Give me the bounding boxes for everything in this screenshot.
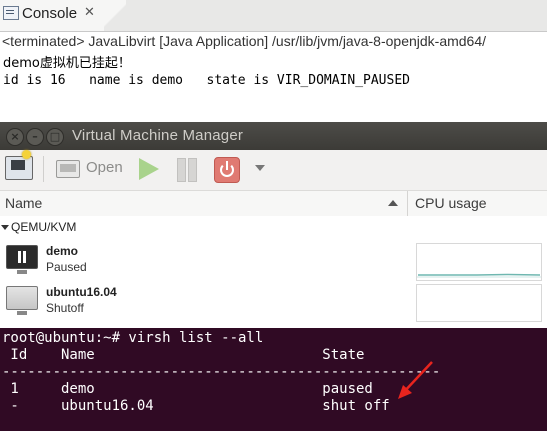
open-console-icon[interactable] bbox=[56, 160, 80, 178]
virt-manager-window: × – □ Virtual Machine Manager Open Name … bbox=[0, 122, 547, 328]
console-status-line: <terminated> JavaLibvirt [Java Applicati… bbox=[2, 33, 487, 49]
new-star-icon bbox=[22, 150, 31, 159]
vm-row-ubuntu[interactable]: ubuntu16.04 Shutoff bbox=[0, 282, 547, 322]
vm-status: Shutoff bbox=[46, 301, 84, 315]
tab-edge bbox=[104, 0, 126, 31]
vm-row-demo[interactable]: demo Paused bbox=[0, 241, 547, 281]
cpu-usage-graph bbox=[416, 284, 542, 322]
column-header-name[interactable]: Name bbox=[5, 195, 42, 211]
console-view: Console ✕ <terminated> JavaLibvirt [Java… bbox=[0, 0, 547, 122]
maximize-window-icon[interactable]: □ bbox=[46, 128, 64, 146]
column-header-cpu[interactable]: CPU usage bbox=[415, 195, 487, 211]
toolbar-separator bbox=[43, 156, 44, 182]
annotation-arrow-icon bbox=[398, 361, 433, 399]
cpu-usage-graph bbox=[416, 243, 542, 281]
console-tab-bar: Console ✕ bbox=[0, 0, 547, 32]
paused-monitor-icon bbox=[6, 245, 38, 274]
terminal[interactable]: root@ubuntu:~# virsh list --all Id Name … bbox=[0, 328, 547, 431]
open-button[interactable]: Open bbox=[86, 159, 123, 176]
expander-icon[interactable] bbox=[1, 225, 9, 230]
vm-list-header: Name CPU usage bbox=[0, 190, 547, 217]
tab-console-label: Console bbox=[22, 5, 78, 22]
shutoff-monitor-icon bbox=[6, 286, 38, 315]
window-title: Virtual Machine Manager bbox=[72, 127, 244, 144]
window-titlebar: × – □ Virtual Machine Manager bbox=[0, 122, 547, 150]
connection-group-label[interactable]: QEMU/KVM bbox=[11, 220, 76, 234]
sort-asc-icon[interactable] bbox=[388, 200, 398, 206]
close-icon[interactable]: ✕ bbox=[84, 5, 95, 20]
power-icon[interactable] bbox=[214, 157, 240, 183]
vm-name: ubuntu16.04 bbox=[46, 285, 117, 299]
play-icon[interactable] bbox=[139, 158, 159, 180]
chevron-down-icon[interactable] bbox=[255, 165, 265, 171]
new-vm-icon[interactable] bbox=[5, 156, 33, 180]
vm-status: Paused bbox=[46, 260, 87, 274]
console-icon bbox=[3, 6, 19, 20]
vm-name: demo bbox=[46, 244, 79, 258]
close-window-icon[interactable]: × bbox=[6, 128, 24, 146]
toolbar: Open bbox=[0, 150, 547, 190]
column-divider[interactable] bbox=[407, 191, 408, 216]
minimize-window-icon[interactable]: – bbox=[26, 128, 44, 146]
console-output-line: id is 16 name is demo state is VIR_DOMAI… bbox=[3, 73, 410, 88]
pause-icon[interactable] bbox=[176, 158, 198, 182]
console-output-line: demo虚拟机已挂起！ bbox=[3, 56, 131, 71]
tab-console[interactable]: Console ✕ bbox=[0, 0, 105, 31]
vm-list: QEMU/KVM demo Paused ubuntu16.04 Shutoff bbox=[0, 216, 547, 328]
